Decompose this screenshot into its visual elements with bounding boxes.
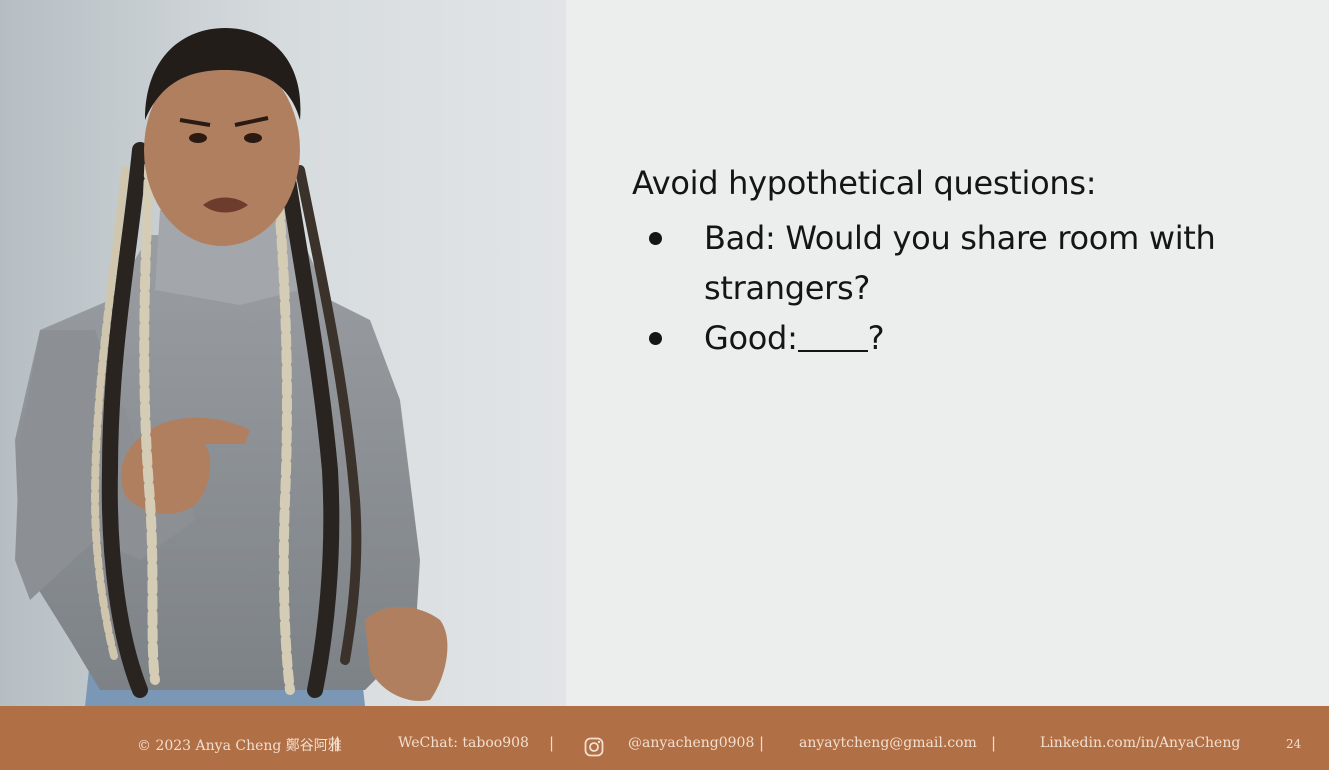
footer-separator: | — [991, 734, 997, 752]
footer-separator: || — [330, 734, 341, 752]
bullet-bad-text: Bad: Would you share room with strangers… — [704, 219, 1216, 307]
slide: Avoid hypothetical questions: Bad: Would… — [0, 0, 1329, 770]
slide-content: Avoid hypothetical questions: Bad: Would… — [566, 0, 1329, 706]
footer-wechat: WeChat: taboo908 — [398, 735, 529, 751]
instagram-icon — [584, 737, 604, 757]
woman-pointing-illustration — [0, 0, 566, 706]
footer-bar: © 2023 Anya Cheng 鄭谷阿雅 || WeChat: taboo9… — [0, 706, 1329, 770]
footer-copyright: © 2023 Anya Cheng 鄭谷阿雅 — [137, 738, 342, 754]
footer-separator: | — [549, 734, 555, 752]
bullet-good-suffix: ? — [867, 319, 885, 357]
slide-page-number: 24 — [1286, 737, 1302, 751]
fill-in-blank — [797, 320, 868, 352]
bullet-dot — [649, 332, 662, 345]
slide-heading: Avoid hypothetical questions: — [632, 164, 1097, 202]
bullet-good-prefix: Good: — [704, 319, 798, 357]
footer-instagram-handle[interactable]: @anyacheng0908 — [628, 735, 754, 751]
footer-separator: | — [759, 734, 765, 752]
bullet-bad-example: Bad: Would you share room with strangers… — [646, 213, 1266, 313]
presenter-photo — [0, 0, 566, 706]
bullet-list: Bad: Would you share room with strangers… — [646, 213, 1266, 363]
footer-linkedin[interactable]: Linkedin.com/in/AnyaCheng — [1040, 735, 1240, 751]
bullet-good-example: Good:? — [646, 313, 1266, 363]
bullet-dot — [649, 232, 662, 245]
footer-email[interactable]: anyaytcheng@gmail.com — [799, 735, 977, 751]
